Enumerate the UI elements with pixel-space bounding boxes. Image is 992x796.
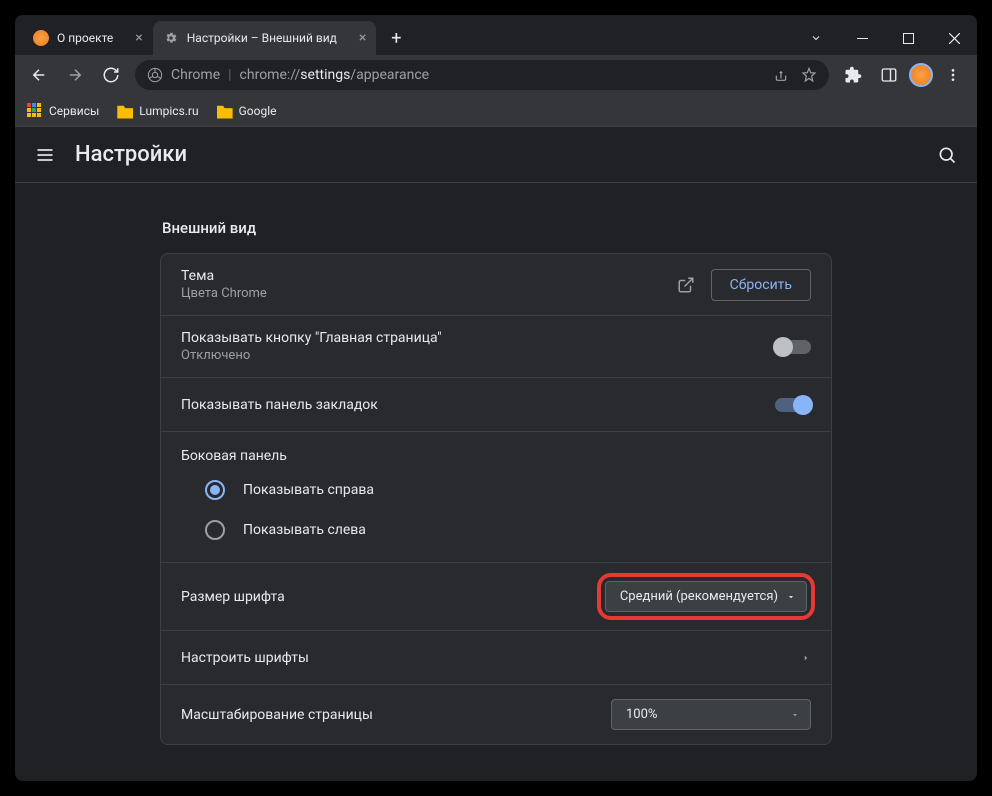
close-button[interactable]	[931, 21, 977, 55]
customize-fonts-row[interactable]: Настроить шрифты	[161, 631, 831, 685]
radio-label: Показывать слева	[243, 522, 366, 538]
row-text: Настроить шрифты	[181, 650, 801, 666]
bookmarks-bar-toggle[interactable]	[775, 398, 811, 412]
address-actions	[773, 67, 817, 83]
minimize-button[interactable]	[839, 21, 885, 55]
tab-about-project[interactable]: О проекте ×	[23, 21, 153, 55]
page-title: Настройки	[75, 142, 937, 167]
folder-icon	[217, 103, 233, 119]
appearance-section: Внешний вид Тема Цвета Chrome Сбросить П…	[160, 207, 832, 745]
section-title: Внешний вид	[160, 207, 832, 253]
row-text: Показывать панель закладок	[181, 397, 775, 413]
dropdown-arrow-icon	[786, 592, 796, 602]
address-prefix: Chrome	[171, 67, 220, 83]
toolbar: Chrome | chrome://settings/appearance	[15, 55, 977, 95]
separator: |	[228, 67, 231, 83]
tab-favicon-icon	[33, 30, 49, 46]
row-text: Масштабирование страницы	[181, 707, 611, 723]
settings-card: Тема Цвета Chrome Сбросить Показывать кн…	[160, 253, 832, 745]
hamburger-menu-button[interactable]	[35, 145, 55, 165]
row-title: Размер шрифта	[181, 589, 601, 605]
window-controls	[793, 21, 977, 55]
row-text: Показывать кнопку "Главная страница" Отк…	[181, 330, 775, 363]
dropdown-value: 100%	[626, 707, 657, 722]
gear-icon	[163, 30, 179, 46]
profile-avatar[interactable]	[909, 63, 933, 87]
row-text: Тема Цвета Chrome	[181, 268, 677, 301]
home-button-row: Показывать кнопку "Главная страница" Отк…	[161, 316, 831, 378]
radio-icon	[205, 480, 225, 500]
side-panel-group: Боковая панель Показывать справа Показыв…	[161, 432, 831, 563]
share-icon[interactable]	[773, 67, 789, 83]
dropdown-value: Средний (рекомендуется)	[620, 589, 778, 604]
row-title: Тема	[181, 268, 677, 284]
tab-close-icon[interactable]: ×	[359, 30, 366, 46]
new-tab-button[interactable]: +	[382, 24, 410, 52]
menu-button[interactable]	[937, 59, 969, 91]
address-bar[interactable]: Chrome | chrome://settings/appearance	[135, 60, 829, 90]
apps-grid-icon	[27, 103, 43, 119]
page-zoom-row: Масштабирование страницы 100%	[161, 685, 831, 744]
radio-label: Показывать справа	[243, 482, 374, 498]
side-panel-left-option[interactable]: Показывать слева	[161, 510, 831, 550]
bookmark-google[interactable]: Google	[217, 103, 277, 119]
tab-title: Настройки – Внешний вид	[187, 31, 337, 45]
bookmarks-bar-row: Показывать панель закладок	[161, 378, 831, 432]
side-panel-right-option[interactable]: Показывать справа	[161, 470, 831, 510]
row-text: Размер шрифта	[181, 589, 601, 605]
side-panel-button[interactable]	[873, 59, 905, 91]
bookmark-services[interactable]: Сервисы	[27, 103, 99, 119]
maximize-button[interactable]	[885, 21, 931, 55]
theme-row: Тема Цвета Chrome Сбросить	[161, 254, 831, 316]
tab-settings-appearance[interactable]: Настройки – Внешний вид ×	[153, 21, 377, 55]
font-size-row: Размер шрифта Средний (рекомендуется)	[161, 563, 831, 631]
dropdown-arrow-icon	[790, 710, 800, 720]
reset-theme-button[interactable]: Сбросить	[711, 269, 811, 301]
radio-icon	[205, 520, 225, 540]
row-subtitle: Отключено	[181, 348, 775, 363]
back-button[interactable]	[23, 59, 55, 91]
reload-button[interactable]	[95, 59, 127, 91]
chevron-right-icon	[801, 653, 811, 663]
tab-strip: О проекте × Настройки – Внешний вид × +	[15, 15, 793, 55]
search-button[interactable]	[937, 145, 957, 165]
chrome-icon	[147, 67, 163, 83]
font-size-dropdown[interactable]: Средний (рекомендуется)	[605, 581, 807, 612]
folder-icon	[117, 103, 133, 119]
browser-window: О проекте × Настройки – Внешний вид × +	[15, 15, 977, 781]
bookmarks-bar: Сервисы Lumpics.ru Google	[15, 95, 977, 127]
row-title: Масштабирование страницы	[181, 707, 611, 723]
row-title: Показывать кнопку "Главная страница"	[181, 330, 775, 346]
titlebar: О проекте × Настройки – Внешний вид × +	[15, 15, 977, 55]
address-url: chrome://settings/appearance	[240, 67, 430, 83]
bookmark-star-icon[interactable]	[801, 67, 817, 83]
open-external-icon[interactable]	[677, 276, 695, 294]
settings-header: Настройки	[15, 127, 977, 183]
chevron-down-icon[interactable]	[793, 21, 839, 55]
home-button-toggle[interactable]	[775, 340, 811, 354]
row-title: Настроить шрифты	[181, 650, 801, 666]
highlight-annotation: Средний (рекомендуется)	[601, 577, 811, 616]
tab-title: О проекте	[57, 31, 113, 45]
page-zoom-dropdown[interactable]: 100%	[611, 699, 811, 730]
side-panel-title: Боковая панель	[161, 432, 831, 470]
row-subtitle: Цвета Chrome	[181, 286, 677, 301]
forward-button[interactable]	[59, 59, 91, 91]
bookmark-lumpics[interactable]: Lumpics.ru	[117, 103, 198, 119]
tab-close-icon[interactable]: ×	[135, 30, 142, 46]
extensions-button[interactable]	[837, 59, 869, 91]
row-title: Показывать панель закладок	[181, 397, 775, 413]
settings-content: Внешний вид Тема Цвета Chrome Сбросить П…	[15, 183, 977, 745]
